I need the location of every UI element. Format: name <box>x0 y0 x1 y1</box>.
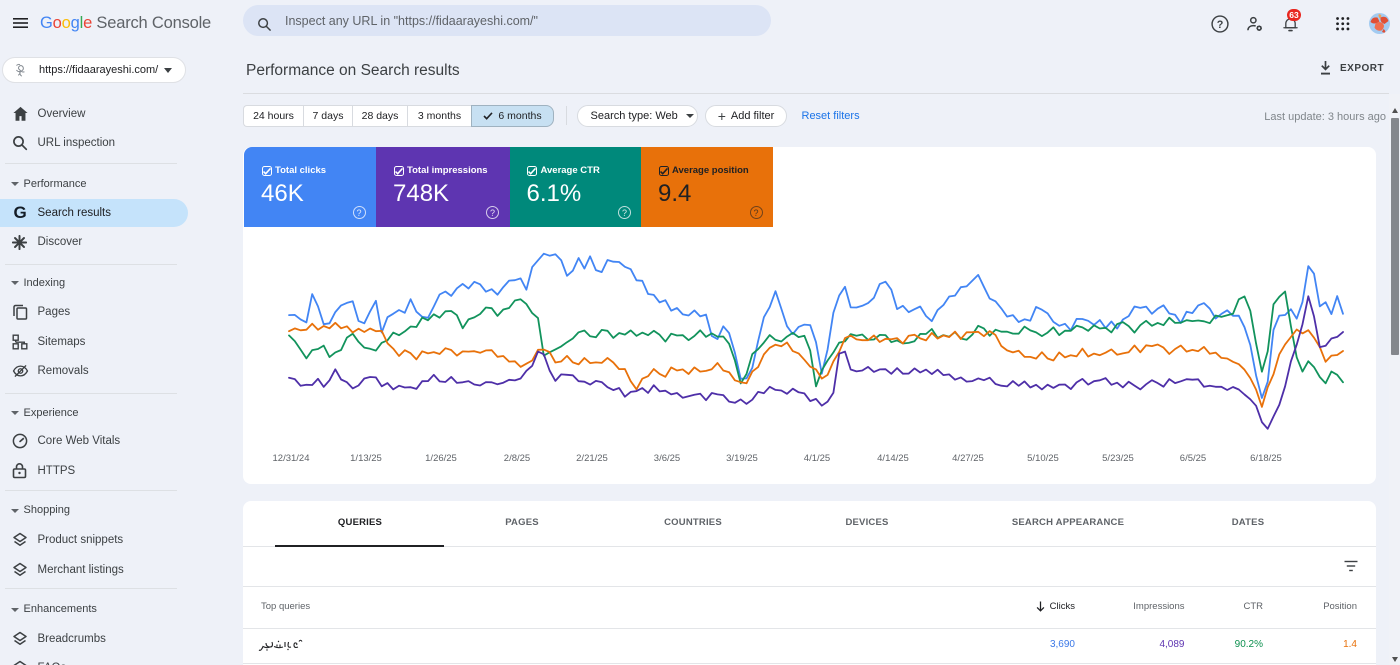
svg-text:?: ? <box>1216 19 1223 31</box>
